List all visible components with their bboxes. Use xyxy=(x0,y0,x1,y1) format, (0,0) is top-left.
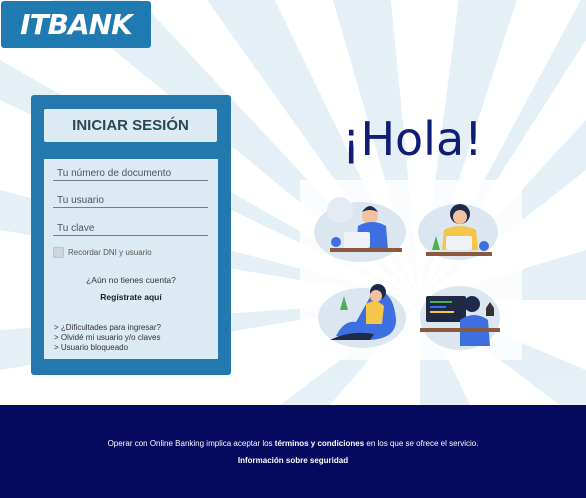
login-form: Recordar DNI y usuario ¿Aún no tienes cu… xyxy=(44,159,218,359)
footer-text-before: Operar con Online Banking implica acepta… xyxy=(107,439,275,448)
terms-link[interactable]: términos y condiciones xyxy=(275,439,364,448)
footer-terms-text: Operar con Online Banking implica acepta… xyxy=(0,439,586,448)
username-input[interactable] xyxy=(53,194,208,208)
register-link[interactable]: Regístrate aquí xyxy=(44,292,218,302)
logo-text: ITBANK xyxy=(20,8,133,41)
people-working-illustration xyxy=(300,180,522,360)
greeting-heading: ¡Hola! xyxy=(342,112,483,166)
forgot-credentials-link[interactable]: > Olvidé mi usuario y/o claves xyxy=(54,333,161,343)
login-title: INICIAR SESIÓN xyxy=(44,109,217,142)
itbank-logo[interactable]: ITBANK xyxy=(1,1,151,48)
document-number-input[interactable] xyxy=(53,167,208,181)
footer-text-after: en los que se ofrece el servicio. xyxy=(364,439,479,448)
woman-laptop-figure xyxy=(418,204,498,260)
login-card: INICIAR SESIÓN Recordar DNI y usuario ¿A… xyxy=(31,95,231,375)
remember-label: Recordar DNI y usuario xyxy=(68,248,152,257)
security-info-link[interactable]: Información sobre seguridad xyxy=(0,456,586,465)
blocked-user-link[interactable]: > Usuario bloqueado xyxy=(54,343,161,353)
no-account-text: ¿Aún no tienes cuenta? xyxy=(86,275,176,285)
remember-checkbox[interactable] xyxy=(53,247,64,258)
trouble-signing-in-link[interactable]: > ¿Dificultades para ingresar? xyxy=(54,323,161,333)
help-links: > ¿Dificultades para ingresar? > Olvidé … xyxy=(54,323,161,353)
password-input[interactable] xyxy=(53,222,208,236)
footer: Operar con Online Banking implica acepta… xyxy=(0,405,586,498)
man-desktop-figure xyxy=(420,286,500,350)
remember-row[interactable]: Recordar DNI y usuario xyxy=(53,247,152,258)
